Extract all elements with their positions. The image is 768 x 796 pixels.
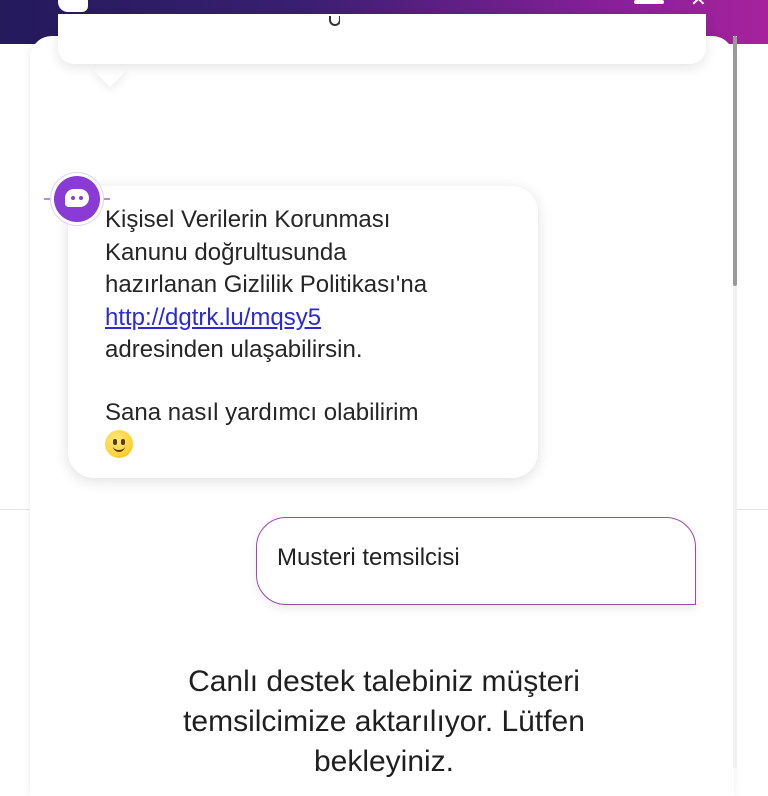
user-message-bubble: Musteri temsilcisi [256, 517, 696, 605]
system-message-line: Canlı destek talebiniz müşteri [188, 665, 580, 698]
slightly-smiling-face-emoji [105, 430, 133, 458]
close-icon[interactable]: ✕ [690, 0, 714, 9]
bot-question-text: Sana nasıl yardımcı olabilirim [105, 398, 419, 426]
bot-message-line: hazırlanan Gizlilik Politikası'na [105, 271, 428, 298]
chat-bubble-logo-icon [58, 0, 88, 12]
system-status-message: Canlı destek talebiniz müşteri temsilcim… [100, 662, 668, 782]
avatar-dash-right [102, 198, 110, 200]
bot-message-line: Kanunu doğrultusunda [105, 238, 347, 266]
privacy-policy-link[interactable]: http://dgtrk.lu/mqsy5 [105, 304, 321, 331]
system-message-line: bekleyiniz. [313, 745, 455, 778]
bot-message-bubble: Kişisel Verilerin Korunması Kanunu doğru… [68, 186, 538, 478]
scrollbar-thumb[interactable] [733, 36, 737, 286]
previous-bubble-text-fragment [326, 16, 340, 26]
hamburger-menu-icon[interactable] [634, 0, 664, 4]
bot-avatar-icon [54, 176, 100, 222]
previous-bot-bubble-body [58, 14, 706, 62]
bot-message-line: Kişisel Verilerin Korunması [105, 206, 391, 233]
system-message-line: temsilcimize aktarılıyor. Lütfen [183, 705, 585, 738]
bot-message-line: adresinden ulaşabilirsin. [105, 336, 363, 363]
avatar-dash-left [44, 198, 52, 200]
user-message-text: Musteri temsilcisi [277, 544, 460, 571]
